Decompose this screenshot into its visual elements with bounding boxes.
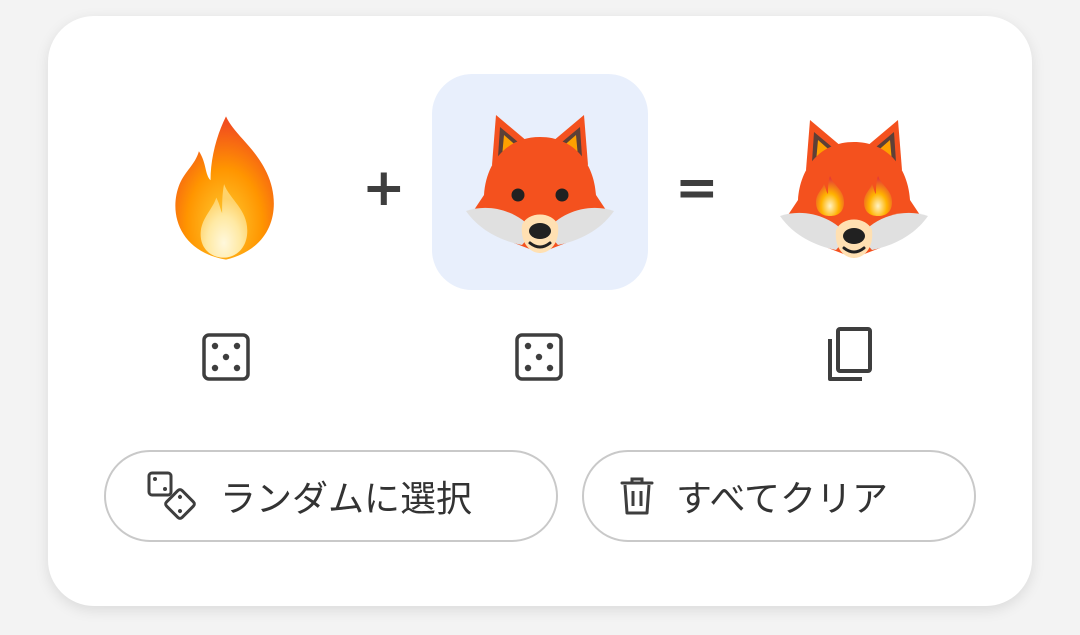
left-emoji-slot[interactable]: [166, 88, 286, 288]
random-select-label: ランダムに選択: [220, 479, 473, 520]
equals-operator: =: [675, 158, 719, 218]
middle-emoji-slot[interactable]: [432, 74, 648, 290]
randomize-left-dice-icon[interactable]: [198, 329, 254, 385]
result-emoji-slot: [770, 88, 938, 288]
dice-pair-icon: [147, 471, 196, 520]
fox-fire-eyes-emoji-icon: [780, 120, 928, 258]
trash-icon: [620, 477, 654, 515]
emoji-kitchen-card: + = ランダムに選択 すべてクリア: [48, 16, 1032, 606]
clear-all-button[interactable]: すべてクリア: [582, 450, 976, 542]
fire-emoji-icon: [175, 116, 274, 260]
plus-operator: +: [362, 158, 406, 218]
clear-all-label: すべてクリア: [676, 479, 889, 520]
randomize-middle-dice-icon[interactable]: [511, 329, 567, 385]
random-select-button[interactable]: ランダムに選択: [104, 450, 558, 542]
copy-icon[interactable]: [822, 327, 878, 383]
fox-emoji-icon: [466, 115, 614, 253]
